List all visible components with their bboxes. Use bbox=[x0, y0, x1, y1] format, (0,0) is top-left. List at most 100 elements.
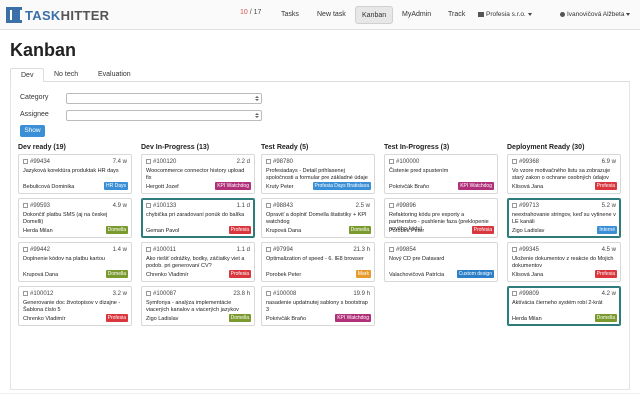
task-card[interactable]: #100000 Čistenie pred spustením Pokrivčák … bbox=[384, 154, 498, 194]
task-title[interactable]: Profesiadays - Detail prihlasenej spoloč… bbox=[266, 168, 370, 182]
task-title[interactable]: Ako riešiť odrážky, bodky, záčiatky viet… bbox=[146, 256, 250, 270]
task-title[interactable]: nasadenie updatnutej sablony s bootstrap… bbox=[266, 300, 370, 314]
task-id[interactable]: #98780 bbox=[266, 159, 293, 165]
task-title[interactable]: Opraviť a doplniť Domella štatistiky + K… bbox=[266, 212, 370, 226]
task-title[interactable]: Uloženie dokumentov z reakcie do Mojich … bbox=[512, 256, 616, 270]
logo-icon bbox=[6, 7, 22, 23]
show-button[interactable]: Show bbox=[20, 125, 45, 137]
column-title: Dev In-Progress (13) bbox=[141, 144, 210, 151]
task-id-text: #98843 bbox=[273, 203, 294, 209]
task-id[interactable]: #99434 bbox=[23, 159, 50, 165]
task-title[interactable]: Nový CD pre Datavard bbox=[389, 256, 493, 263]
task-card[interactable]: #99809 4.2 w Aktívácia čierneho systém rob… bbox=[507, 286, 621, 326]
task-id-text: #100012 bbox=[30, 291, 54, 297]
task-assignee: Porobek Peter bbox=[389, 228, 425, 234]
task-id[interactable]: #99854 bbox=[389, 247, 416, 253]
task-card[interactable]: #99368 6.9 w Vo vzore motivačného listu sa… bbox=[507, 154, 621, 194]
task-card[interactable]: #99434 7.4 w Jazyková korektúra produktak … bbox=[18, 154, 132, 194]
task-id-text: #97994 bbox=[273, 247, 294, 253]
task-id-text: #99368 bbox=[519, 159, 540, 165]
task-id[interactable]: #99368 bbox=[512, 159, 539, 165]
task-id[interactable]: #100133 bbox=[146, 203, 176, 209]
task-checkbox-icon bbox=[389, 203, 394, 208]
task-card[interactable]: #98780 Profesiadays - Detail prihlasenej … bbox=[261, 154, 375, 194]
task-checkbox-icon bbox=[389, 247, 394, 252]
task-title[interactable]: Symfonya - analýza implementácie viacerý… bbox=[146, 300, 250, 314]
task-title[interactable]: Optimalization of speed - 6. IE8 browser bbox=[266, 256, 370, 263]
task-id[interactable]: #99809 bbox=[512, 291, 539, 297]
task-checkbox-icon bbox=[266, 291, 271, 296]
task-title[interactable]: chybička pri zaradovaní ponúk do balíka bbox=[146, 212, 250, 219]
tab-bar: Dev No tech Evaluation bbox=[10, 68, 630, 83]
task-id[interactable]: #97994 bbox=[266, 247, 293, 253]
task-id[interactable]: #100011 bbox=[146, 247, 176, 253]
task-card[interactable]: #99442 1.4 w Doplnenie kódov na platbu kar… bbox=[18, 242, 132, 282]
task-title[interactable]: Čistenie pred spustením bbox=[389, 168, 493, 175]
task-id[interactable]: #100087 bbox=[146, 291, 176, 297]
task-title[interactable]: Generovanie doc životopisov v dizajne - … bbox=[23, 300, 127, 314]
kanban-column: #99434 7.4 w Jazyková korektúra produktak … bbox=[18, 154, 132, 354]
assignee-select[interactable] bbox=[66, 110, 262, 121]
task-card[interactable]: #100087 23.8 h Symfonya - analýza implemen… bbox=[141, 286, 255, 326]
nav-myadmin[interactable]: MyAdmin bbox=[396, 6, 437, 24]
task-card[interactable]: #100133 1.1 d chybička pri zaradovaní ponú… bbox=[141, 198, 255, 238]
task-card[interactable]: #99896 Refaktoring kódu pre exporty a par… bbox=[384, 198, 498, 238]
nav-track[interactable]: Track bbox=[442, 6, 471, 24]
tab-dev[interactable]: Dev bbox=[10, 68, 45, 83]
task-estimate: 4.9 w bbox=[112, 203, 127, 209]
task-id[interactable]: #100000 bbox=[389, 159, 419, 165]
page-title: Kanban bbox=[10, 40, 77, 60]
task-id[interactable]: #99442 bbox=[23, 247, 50, 253]
category-select[interactable] bbox=[66, 93, 262, 104]
kanban-column: #98780 Profesiadays - Detail prihlasenej … bbox=[261, 154, 375, 354]
column-title: Deployment Ready (30) bbox=[507, 144, 585, 151]
task-id[interactable]: #99896 bbox=[389, 203, 416, 209]
app-logo[interactable]: TASKHITTER bbox=[6, 6, 109, 24]
company-dropdown[interactable]: Profesia s.r.o. bbox=[478, 6, 532, 24]
task-id-text: #100087 bbox=[153, 291, 177, 297]
nav-tasks[interactable]: Tasks bbox=[275, 6, 305, 24]
task-id[interactable]: #99345 bbox=[512, 247, 539, 253]
task-card[interactable]: #97994 21.3 h Optimalization of speed - 6.… bbox=[261, 242, 375, 282]
task-checkbox-icon bbox=[512, 159, 517, 164]
task-title[interactable]: neextrahovanie stringov, keď su vytinene… bbox=[512, 212, 616, 226]
task-id-text: #99345 bbox=[519, 247, 540, 253]
task-tag: KPI Watchdog bbox=[215, 182, 251, 190]
task-id[interactable]: #100120 bbox=[146, 159, 176, 165]
task-title[interactable]: Doplnenie kódov na platbu kartou bbox=[23, 256, 127, 263]
user-dropdown[interactable]: Ivanovičová Alžbeta bbox=[560, 6, 631, 24]
task-id-text: #99713 bbox=[519, 203, 540, 209]
task-id-text: #100011 bbox=[153, 247, 176, 253]
task-estimate: 19.9 h bbox=[353, 291, 370, 297]
task-id[interactable]: #100012 bbox=[23, 291, 53, 297]
task-estimate: 1.1 d bbox=[236, 203, 250, 209]
task-card[interactable]: #100011 1.1 d Ako riešiť odrážky, bodky, z… bbox=[141, 242, 255, 282]
task-card[interactable]: #100008 19.9 h nasadenie updatnutej sablon… bbox=[261, 286, 375, 326]
task-id[interactable]: #98843 bbox=[266, 203, 293, 209]
task-card[interactable]: #99345 4.5 w Uloženie dokumentov z reakcie… bbox=[507, 242, 621, 282]
task-card[interactable]: #98843 2.5 w Opraviť a doplniť Domella šta… bbox=[261, 198, 375, 238]
tab-evaluation[interactable]: Evaluation bbox=[88, 68, 141, 83]
tab-no-tech[interactable]: No tech bbox=[44, 68, 88, 83]
task-card[interactable]: #99713 5.2 w neextrahovanie stringov, keď … bbox=[507, 198, 621, 238]
task-title[interactable]: Dokončiť platbu SMS (aj na českej Domell… bbox=[23, 212, 127, 226]
task-title[interactable]: Vo vzore motivačného listu sa zobrazuje … bbox=[512, 168, 616, 182]
task-card[interactable]: #99854 Nový CD pre Datavard Valachovičová … bbox=[384, 242, 498, 282]
task-card[interactable]: #100012 3.2 w Generovanie doc životopisov … bbox=[18, 286, 132, 326]
task-checkbox-icon bbox=[266, 247, 271, 252]
task-card[interactable]: #100120 2.2 d Woocommerce connector histor… bbox=[141, 154, 255, 194]
task-id[interactable]: #99713 bbox=[512, 203, 539, 209]
task-title[interactable]: Woocommerce connector history upload fix bbox=[146, 168, 250, 182]
task-id[interactable]: #99593 bbox=[23, 203, 50, 209]
task-id[interactable]: #100008 bbox=[266, 291, 296, 297]
kanban-column: #100000 Čistenie pred spustením Pokrivčák … bbox=[384, 154, 498, 354]
task-title[interactable]: Jazyková korektúra produktak HR days bbox=[23, 168, 127, 175]
task-title[interactable]: Aktívácia čierneho systém robí 2-krát bbox=[512, 300, 616, 307]
task-card[interactable]: #99593 4.9 w Dokončiť platbu SMS (aj na če… bbox=[18, 198, 132, 238]
nav-kanban[interactable]: Kanban bbox=[355, 6, 394, 24]
task-id-text: #100000 bbox=[396, 159, 420, 165]
task-tag: Domella bbox=[228, 314, 251, 322]
task-tag: Domella bbox=[105, 226, 128, 234]
nav-new-task[interactable]: New task bbox=[311, 6, 352, 24]
task-estimate: 2.2 d bbox=[236, 159, 250, 165]
